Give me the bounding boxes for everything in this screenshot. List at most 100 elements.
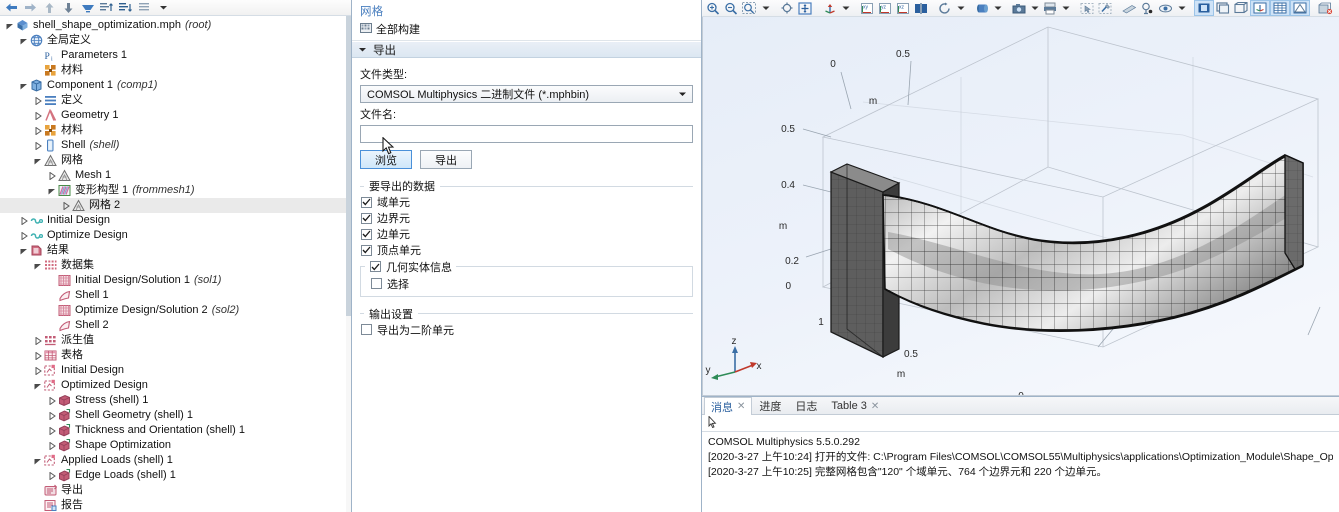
- messages-log[interactable]: COMSOL Multiphysics 5.5.0.292 [2020-3-27 …: [702, 432, 1339, 512]
- chevron-down-icon[interactable]: [155, 1, 172, 15]
- tree-node[interactable]: Initial Design: [0, 213, 351, 228]
- show-box-icon[interactable]: [1232, 1, 1250, 16]
- twisty-collapsed-icon[interactable]: [18, 213, 29, 228]
- selection-checkbox[interactable]: [371, 278, 382, 289]
- file-type-select[interactable]: COMSOL Multiphysics 二进制文件 (*.mphbin): [360, 85, 693, 103]
- list-icon[interactable]: [136, 1, 153, 15]
- tree-node[interactable]: Thickness and Orientation (shell) 1: [0, 423, 351, 438]
- print-icon[interactable]: [1041, 1, 1059, 16]
- twisty-collapsed-icon[interactable]: [32, 123, 43, 138]
- hide-icon[interactable]: [1120, 1, 1139, 16]
- twisty-expanded-icon[interactable]: [32, 378, 43, 393]
- yz-view-icon[interactable]: yz: [876, 1, 894, 16]
- view-hidden-caret-icon[interactable]: [1176, 1, 1188, 16]
- tree-node[interactable]: Stress (shell) 1: [0, 393, 351, 408]
- tree-node[interactable]: 表格: [0, 348, 351, 363]
- file-name-input[interactable]: [360, 125, 693, 143]
- expand-all-icon[interactable]: [117, 1, 134, 15]
- rotate-icon[interactable]: [936, 1, 954, 16]
- zoom-out-icon[interactable]: [722, 1, 740, 16]
- data-checkbox[interactable]: [361, 244, 372, 256]
- tree-node[interactable]: Initial Design: [0, 363, 351, 378]
- twisty-expanded-icon[interactable]: [32, 258, 43, 273]
- tree-node[interactable]: 报告: [0, 498, 351, 512]
- show-axis-icon[interactable]: [1214, 1, 1232, 16]
- tree-node[interactable]: Component 1 (comp1): [0, 78, 351, 93]
- tree-node[interactable]: 网格: [0, 153, 351, 168]
- tree-node[interactable]: 定义: [0, 93, 351, 108]
- tree-node[interactable]: Shape Optimization: [0, 438, 351, 453]
- clear-selection-icon[interactable]: [1096, 1, 1114, 16]
- tree-node[interactable]: 材料: [0, 63, 351, 78]
- show-table-icon[interactable]: [1270, 0, 1290, 16]
- twisty-collapsed-icon[interactable]: [46, 393, 57, 408]
- tree-node[interactable]: 材料: [0, 123, 351, 138]
- messages-tab[interactable]: 日志: [788, 397, 824, 414]
- rotate-caret-icon[interactable]: [955, 1, 967, 16]
- tree-node[interactable]: Shell 1: [0, 288, 351, 303]
- twisty-expanded-icon[interactable]: [4, 18, 15, 33]
- tree-node[interactable]: Optimize Design/Solution 2 (sol2): [0, 303, 351, 318]
- geom-entity-checkbox[interactable]: [370, 261, 381, 272]
- twisty-collapsed-icon[interactable]: [32, 93, 43, 108]
- zoom-in-icon[interactable]: [704, 1, 722, 16]
- data-checkbox-row[interactable]: 边单元: [360, 226, 693, 242]
- messages-tab[interactable]: 进度: [752, 397, 788, 414]
- transparency-icon[interactable]: [1139, 1, 1156, 16]
- twisty-collapsed-icon[interactable]: [32, 348, 43, 363]
- selection-checkbox-row[interactable]: 选择: [361, 276, 692, 292]
- twisty-collapsed-icon[interactable]: [60, 198, 71, 213]
- back-arrow-icon[interactable]: [3, 1, 20, 15]
- tree-node[interactable]: Mesh 1: [0, 168, 351, 183]
- tree-node[interactable]: Optimized Design: [0, 378, 351, 393]
- camera-icon[interactable]: [1010, 1, 1028, 16]
- data-checkbox[interactable]: [361, 196, 372, 208]
- twisty-expanded-icon[interactable]: [46, 183, 57, 198]
- tree-node[interactable]: Edge Loads (shell) 1: [0, 468, 351, 483]
- export-section-header[interactable]: 导出: [352, 41, 701, 58]
- tree-node[interactable]: Shell Geometry (shell) 1: [0, 408, 351, 423]
- show-grid-icon[interactable]: [1194, 0, 1214, 16]
- twisty-collapsed-icon[interactable]: [32, 138, 43, 153]
- show-legend-icon[interactable]: [1290, 0, 1310, 16]
- xy-view-icon[interactable]: xy: [858, 1, 876, 16]
- twisty-collapsed-icon[interactable]: [32, 333, 43, 348]
- zoom-dropdown-caret-icon[interactable]: [760, 1, 772, 16]
- print-caret-icon[interactable]: [1060, 1, 1072, 16]
- flip-view-icon[interactable]: [912, 1, 930, 16]
- tree-node[interactable]: 派生值: [0, 333, 351, 348]
- tree-node[interactable]: Pi Parameters 1: [0, 48, 351, 63]
- twisty-collapsed-icon[interactable]: [46, 438, 57, 453]
- data-checkbox-row[interactable]: 顶点单元: [360, 242, 693, 258]
- tree-vertical-scrollbar[interactable]: [346, 16, 351, 512]
- twisty-collapsed-icon[interactable]: [32, 363, 43, 378]
- tree-node[interactable]: Shell (shell): [0, 138, 351, 153]
- scene-light-icon[interactable]: [973, 1, 991, 16]
- tree-node[interactable]: 结果: [0, 243, 351, 258]
- collapse-all-icon[interactable]: [98, 1, 115, 15]
- second-order-checkbox-row[interactable]: 导出为二阶单元: [360, 322, 693, 338]
- tree-node[interactable]: Shell 2: [0, 318, 351, 333]
- zoom-to-selection-icon[interactable]: [796, 1, 815, 16]
- twisty-expanded-icon[interactable]: [32, 153, 43, 168]
- twisty-collapsed-icon[interactable]: [46, 408, 57, 423]
- tree-node[interactable]: Geometry 1: [0, 108, 351, 123]
- data-checkbox-row[interactable]: 边界元: [360, 210, 693, 226]
- go-to-default-view-icon[interactable]: [821, 1, 839, 16]
- tree-node[interactable]: shell_shape_optimization.mph (root): [0, 18, 351, 33]
- view-dropdown-caret-icon[interactable]: [840, 1, 852, 16]
- forward-arrow-icon[interactable]: [22, 1, 39, 15]
- tree-scroll-thumb[interactable]: [346, 16, 351, 316]
- reset-hiding-icon[interactable]: [1316, 1, 1335, 16]
- twisty-expanded-icon[interactable]: [18, 78, 29, 93]
- tree-node[interactable]: 全局定义: [0, 33, 351, 48]
- twisty-collapsed-icon[interactable]: [46, 468, 57, 483]
- xz-view-icon[interactable]: xz: [894, 1, 912, 16]
- twisty-collapsed-icon[interactable]: [46, 168, 57, 183]
- tree-node[interactable]: 网格 2: [0, 198, 351, 213]
- camera-caret-icon[interactable]: [1029, 1, 1041, 16]
- graphics-3d-view[interactable]: 0.5 0.4 0.2 0 0 0.5 1 0.5 0 m m m: [702, 17, 1339, 396]
- select-box-icon[interactable]: [1078, 1, 1096, 16]
- move-up-icon[interactable]: [41, 1, 58, 15]
- data-checkbox[interactable]: [361, 228, 372, 240]
